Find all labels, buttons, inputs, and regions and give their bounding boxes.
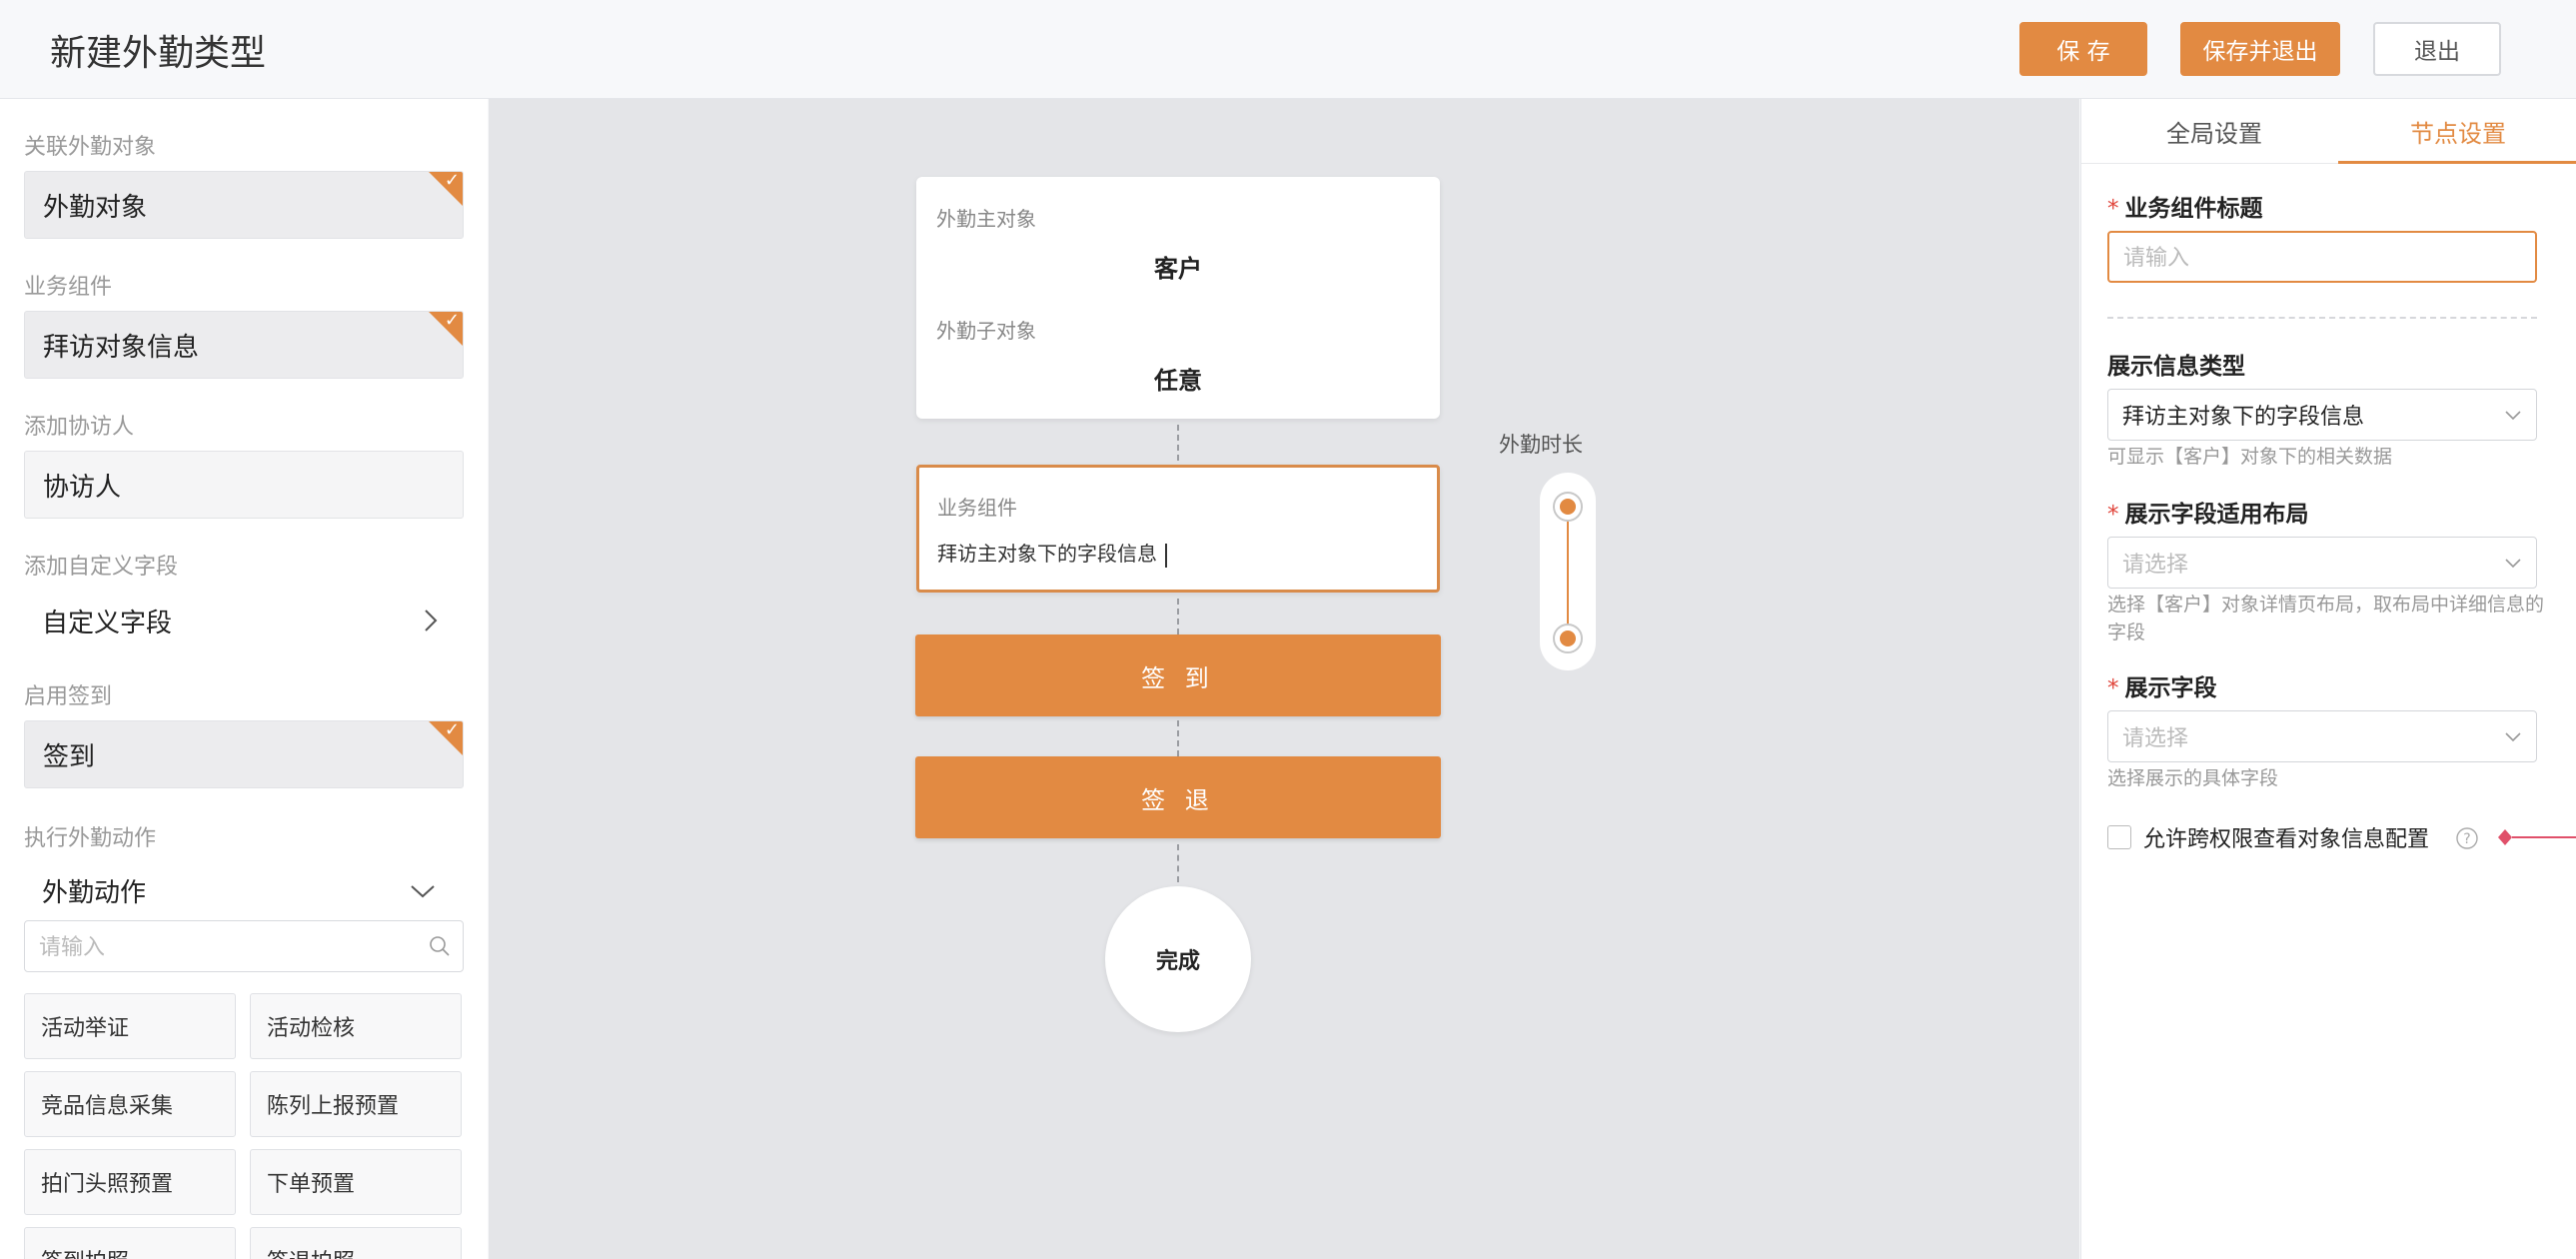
page-title: 新建外勤类型 bbox=[50, 33, 267, 74]
checkin-node[interactable]: 签 到 bbox=[915, 634, 1441, 716]
collaborator-label: 添加协访人 bbox=[24, 415, 135, 440]
chevron-right-icon bbox=[425, 610, 438, 631]
checkout-node[interactable]: 签 退 bbox=[915, 756, 1441, 838]
action-item[interactable]: 拍门头照预置 bbox=[24, 1149, 236, 1215]
search-icon[interactable] bbox=[429, 935, 451, 957]
title-input[interactable] bbox=[2109, 233, 2525, 283]
custom-field-item[interactable]: 自定义字段 bbox=[24, 591, 464, 650]
section-divider bbox=[2107, 317, 2537, 319]
exit-button[interactable]: 退出 bbox=[2373, 22, 2501, 76]
action-item[interactable]: 竞品信息采集 bbox=[24, 1071, 236, 1137]
cross-auth-checkbox[interactable] bbox=[2107, 825, 2131, 849]
layout-select[interactable]: 请选择 bbox=[2107, 537, 2537, 589]
check-icon: ✓ bbox=[444, 311, 460, 331]
action-item[interactable]: 活动举证 bbox=[24, 993, 236, 1059]
related-object-label: 关联外勤对象 bbox=[24, 135, 157, 160]
component-card[interactable]: 业务组件 拜访主对象下的字段信息 bbox=[916, 465, 1440, 593]
chevron-down-icon bbox=[2505, 411, 2521, 421]
connector bbox=[1177, 720, 1179, 756]
properties-panel: 全局设置 节点设置 *业务组件标题 展示信息类型 拜访主对象下的字段信息 可显示… bbox=[2080, 99, 2576, 1259]
layout-label: * 展示字段适用布局 bbox=[2107, 495, 2309, 529]
title-field-label: * 业务组件标题 bbox=[2107, 189, 2263, 223]
action-label: 执行外勤动作 bbox=[24, 826, 157, 851]
duration-label: 外勤时长 bbox=[1499, 433, 1583, 457]
related-object-item[interactable]: 外勤对象 ✓ bbox=[24, 171, 464, 239]
flow-canvas: 外勤主对象 客户 外勤子对象 任意 业务组件 拜访主对象下的字段信息 签 到 签… bbox=[489, 99, 2079, 1259]
main-object-value: 客户 bbox=[1154, 255, 1202, 283]
component-label: 业务组件 bbox=[24, 275, 113, 300]
component-item[interactable]: 拜访对象信息 ✓ bbox=[24, 311, 464, 379]
save-button[interactable]: 保 存 bbox=[2019, 22, 2147, 76]
required-icon: * bbox=[2107, 675, 2119, 701]
finish-node[interactable]: 完成 bbox=[1105, 886, 1251, 1032]
action-dropdown[interactable]: 外勤动作 bbox=[24, 860, 464, 920]
checkin-item[interactable]: 签到 ✓ bbox=[24, 720, 464, 788]
save-and-exit-button[interactable]: 保存并退出 bbox=[2180, 22, 2340, 76]
info-type-value: 拜访主对象下的字段信息 bbox=[2122, 405, 2365, 430]
required-icon: * bbox=[2107, 196, 2119, 222]
tab-node-settings[interactable]: 节点设置 bbox=[2335, 99, 2576, 163]
info-type-select[interactable]: 拜访主对象下的字段信息 bbox=[2107, 389, 2537, 441]
required-icon: * bbox=[2107, 502, 2119, 528]
connector bbox=[1177, 844, 1179, 882]
title-field-text: 业务组件标题 bbox=[2124, 196, 2263, 222]
action-item[interactable]: 活动检核 bbox=[250, 993, 462, 1059]
checkin-label: 启用签到 bbox=[24, 684, 113, 709]
action-value: 外勤动作 bbox=[42, 877, 147, 908]
cross-auth-row: 允许跨权限查看对象信息配置 ? bbox=[2107, 818, 2576, 854]
custom-field-value: 自定义字段 bbox=[42, 608, 173, 638]
fields-hint: 选择展示的具体字段 bbox=[2107, 767, 2279, 789]
check-icon: ✓ bbox=[444, 720, 460, 740]
chevron-down-icon bbox=[2505, 732, 2521, 742]
related-object-value: 外勤对象 bbox=[43, 192, 148, 223]
sub-object-value: 任意 bbox=[1154, 367, 1202, 395]
component-card-label: 业务组件 bbox=[937, 496, 1017, 520]
action-item[interactable]: 签到拍照 bbox=[24, 1227, 236, 1259]
fields-placeholder: 请选择 bbox=[2122, 726, 2189, 751]
component-card-value: 拜访主对象下的字段信息 bbox=[937, 538, 1167, 568]
sub-object-label: 外勤子对象 bbox=[936, 319, 1036, 343]
action-search bbox=[24, 920, 464, 973]
layout-text: 展示字段适用布局 bbox=[2124, 502, 2309, 528]
fields-text: 展示字段 bbox=[2124, 675, 2217, 701]
help-icon[interactable]: ? bbox=[2455, 826, 2479, 850]
cross-auth-label: 允许跨权限查看对象信息配置 bbox=[2143, 827, 2430, 852]
object-card[interactable]: 外勤主对象 客户 外勤子对象 任意 bbox=[916, 177, 1440, 419]
fields-label: * 展示字段 bbox=[2107, 668, 2217, 702]
duration-track[interactable] bbox=[1540, 473, 1596, 670]
title-field bbox=[2107, 231, 2537, 283]
active-tab-indicator bbox=[2338, 161, 2576, 164]
text-cursor bbox=[1165, 543, 1167, 568]
main-object-label: 外勤主对象 bbox=[936, 207, 1036, 231]
custom-field-label: 添加自定义字段 bbox=[24, 555, 179, 580]
connector bbox=[1177, 425, 1179, 461]
chevron-down-icon bbox=[411, 885, 435, 898]
layout-hint: 选择【客户】对象详情页布局，取布局中详细信息的字段 bbox=[2107, 594, 2545, 643]
info-type-hint: 可显示【客户】对象下的相关数据 bbox=[2107, 446, 2393, 468]
collaborator-item[interactable]: 协访人 bbox=[24, 451, 464, 519]
fields-select[interactable]: 请选择 bbox=[2107, 710, 2537, 762]
component-value: 拜访对象信息 bbox=[43, 332, 200, 363]
info-type-label: 展示信息类型 bbox=[2107, 354, 2245, 380]
component-palette: 关联外勤对象 外勤对象 ✓ 业务组件 拜访对象信息 ✓ 添加协访人 协访人 添加… bbox=[0, 99, 488, 1259]
duration-slider-icon bbox=[1553, 492, 1583, 653]
layout-placeholder: 请选择 bbox=[2122, 553, 2189, 578]
action-item[interactable]: 下单预置 bbox=[250, 1149, 462, 1215]
header: 新建外勤类型 保 存 保存并退出 退出 bbox=[0, 0, 2576, 99]
annotation-pointer-icon bbox=[2498, 829, 2576, 845]
tab-global-settings[interactable]: 全局设置 bbox=[2091, 99, 2337, 163]
checkin-value: 签到 bbox=[43, 741, 96, 772]
chevron-down-icon bbox=[2505, 559, 2521, 569]
component-card-text: 拜访主对象下的字段信息 bbox=[937, 542, 1157, 566]
svg-text:?: ? bbox=[2463, 831, 2470, 847]
action-item[interactable]: 签退拍照 bbox=[250, 1227, 462, 1259]
action-item[interactable]: 陈列上报预置 bbox=[250, 1071, 462, 1137]
check-icon: ✓ bbox=[444, 171, 460, 191]
collaborator-value: 协访人 bbox=[43, 472, 122, 503]
connector bbox=[1177, 599, 1179, 634]
action-search-input[interactable] bbox=[25, 921, 411, 973]
